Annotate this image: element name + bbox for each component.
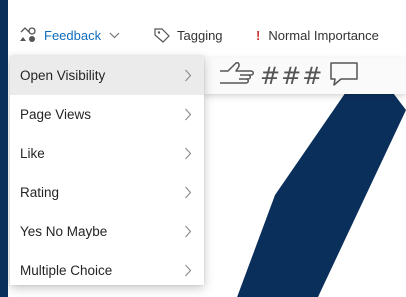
hashtag-text[interactable]: ###: [260, 62, 323, 90]
menu-item-label: Page Views: [20, 107, 92, 122]
importance-icon: !: [256, 27, 261, 43]
tag-icon: [153, 27, 171, 43]
menu-item-open-visibility[interactable]: Open Visibility: [10, 56, 204, 95]
menu-item-label: Multiple Choice: [20, 263, 113, 278]
importance-label: Normal Importance: [268, 27, 379, 43]
thumbs-up-icon[interactable]: [218, 61, 254, 92]
menu-item-yes-no-maybe[interactable]: Yes No Maybe: [10, 212, 204, 251]
feedback-icon: [18, 26, 38, 44]
menu-item-label: Yes No Maybe: [20, 224, 108, 239]
chevron-right-icon: [184, 69, 192, 85]
canvas: Feedback Tagging ! Normal Importance ###…: [8, 0, 406, 297]
menu-item-label: Like: [20, 146, 45, 161]
menu-item-multiple-choice[interactable]: Multiple Choice: [10, 251, 204, 290]
menu-item-label: Rating: [20, 185, 60, 200]
tagging-label: Tagging: [177, 27, 223, 43]
feedback-label: Feedback: [44, 27, 102, 43]
visibility-menu: Open Visibility Page Views Like Rating Y…: [10, 56, 204, 285]
chevron-down-icon: [109, 31, 120, 39]
menu-item-label: Open Visibility: [20, 68, 106, 83]
chevron-right-icon: [184, 147, 192, 163]
tagging-button[interactable]: Tagging: [153, 24, 223, 46]
menu-item-page-views[interactable]: Page Views: [10, 95, 204, 134]
chevron-right-icon: [184, 264, 192, 280]
importance-button[interactable]: ! Normal Importance: [256, 24, 379, 46]
toolbar: Feedback Tagging ! Normal Importance: [8, 0, 406, 56]
menu-item-rating[interactable]: Rating: [10, 173, 204, 212]
chevron-right-icon: [184, 225, 192, 241]
feedback-dropdown[interactable]: Feedback: [18, 24, 120, 46]
chevron-right-icon: [184, 108, 192, 124]
comment-icon[interactable]: [329, 61, 359, 92]
submenu-open-visibility: ###: [204, 58, 406, 94]
menu-item-like[interactable]: Like: [10, 134, 204, 173]
chevron-right-icon: [184, 186, 192, 202]
